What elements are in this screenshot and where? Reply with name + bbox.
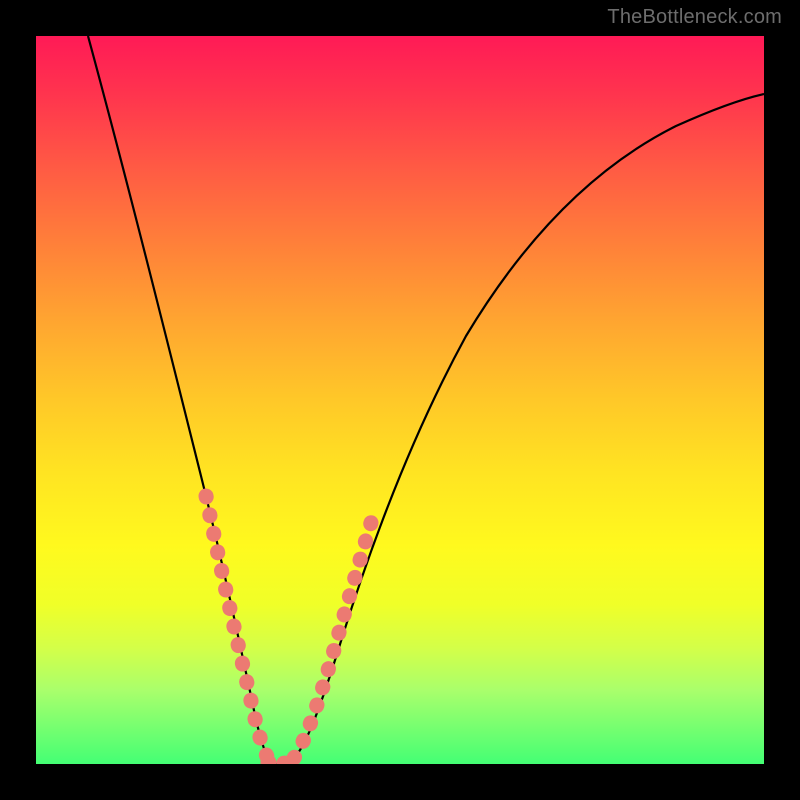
highlight-dots-right [294,506,376,758]
chart-svg [36,36,764,764]
watermark-text: TheBottleneck.com [607,6,782,29]
chart-area [36,36,764,764]
highlight-dots-left [206,496,270,762]
bottleneck-curve [88,36,764,764]
